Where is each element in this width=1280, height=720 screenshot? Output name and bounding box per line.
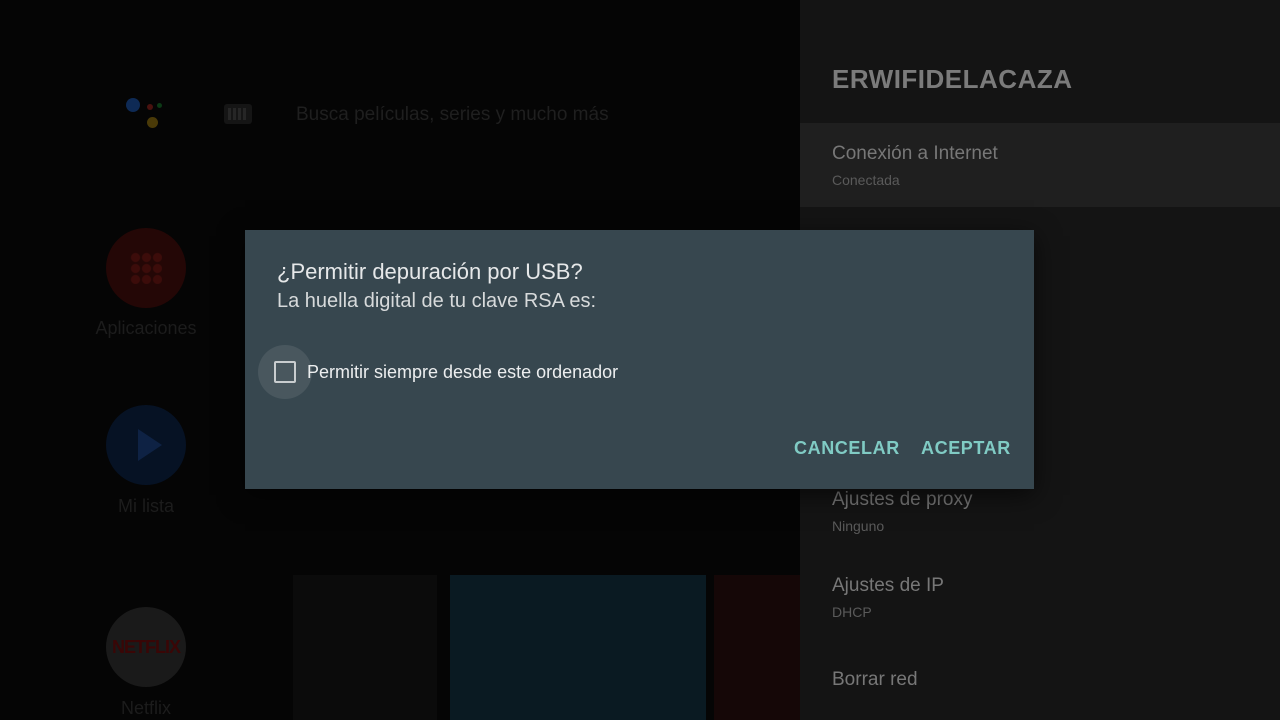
dialog-title: ¿Permitir depuración por USB? [277, 259, 583, 284]
panel-item-label: Ajustes de proxy [832, 489, 973, 510]
checkbox-focus-halo [258, 345, 312, 399]
search-hint: Busca películas, series y mucho más [296, 104, 609, 125]
panel-item-label: Conexión a Internet [832, 143, 998, 164]
panel-item-status: Ninguno [832, 518, 885, 534]
accept-button[interactable]: ACEPTAR [921, 438, 1011, 459]
panel-item-status: Conectada [832, 172, 900, 188]
panel-item-internet-connection[interactable]: Conexión a Internet Conectada [800, 123, 1280, 207]
dialog-message: La huella digital de tu clave RSA es: [277, 290, 597, 312]
panel-item-label: Borrar red [832, 669, 918, 690]
usb-debugging-dialog: ¿Permitir depuración por USB? La huella … [245, 230, 1034, 489]
network-name-title: ERWIFIDELACAZA [832, 64, 1073, 94]
content-thumbnail [714, 575, 800, 720]
always-allow-checkbox-row[interactable]: Permitir siempre desde este ordenador [258, 345, 618, 399]
tv-screen: Busca películas, series y mucho más Apli… [0, 0, 1280, 720]
content-thumbnail [293, 575, 437, 720]
tile-label-my-list: Mi lista [117, 496, 174, 516]
tile-label-apps: Aplicaciones [95, 318, 197, 338]
play-icon [106, 405, 186, 485]
panel-item-label: Ajustes de IP [832, 575, 944, 596]
content-thumbnail [450, 575, 706, 720]
apps-grid-icon [106, 228, 186, 308]
checkbox-label: Permitir siempre desde este ordenador [307, 361, 619, 382]
netflix-logo: NETFLIX [106, 607, 186, 687]
panel-item-status: DHCP [832, 604, 872, 620]
cancel-button[interactable]: CANCELAR [794, 438, 900, 459]
google-assistant-icon [124, 96, 168, 136]
always-allow-checkbox[interactable] [274, 361, 296, 383]
keyboard-icon [224, 104, 252, 124]
tile-label-netflix: Netflix [120, 698, 171, 718]
panel-item-forget-network[interactable]: Borrar red [800, 641, 1280, 720]
panel-item-ip-settings[interactable]: Ajustes de IP DHCP [800, 555, 1280, 639]
